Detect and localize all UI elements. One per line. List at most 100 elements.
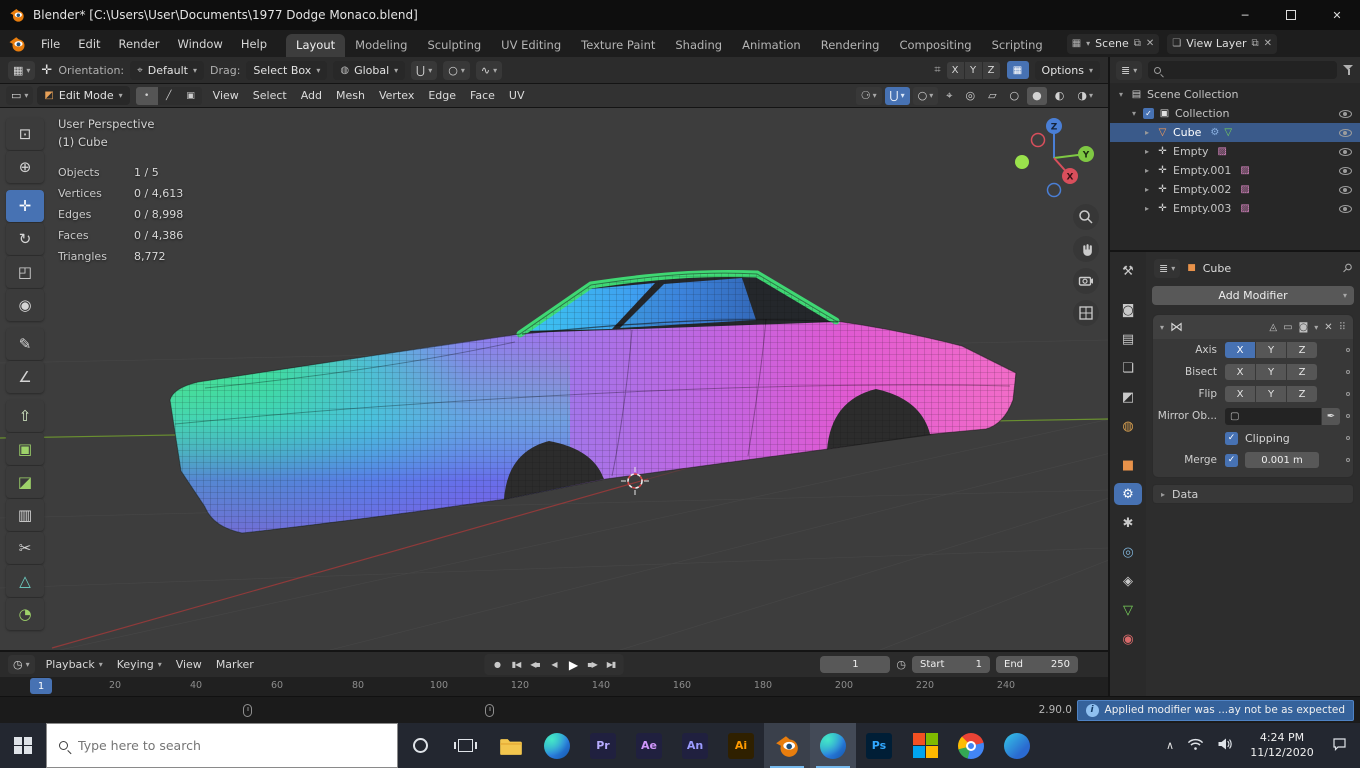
menu-edit[interactable]: Edit — [69, 37, 109, 51]
menu-render[interactable]: Render — [110, 37, 169, 51]
visibility-eye-icon[interactable] — [1339, 110, 1352, 118]
modifier-panel-header[interactable]: ▾ ⋈ ◬ ▭ ◙ ▾ ✕ ⠿ — [1153, 315, 1353, 339]
taskbar-illustrator-icon[interactable]: Ai — [718, 723, 764, 768]
cursor-tool[interactable]: ⊕ — [6, 151, 44, 183]
visibility-eye-icon[interactable] — [1339, 129, 1352, 137]
solid-shading-button[interactable]: ● — [1027, 87, 1047, 105]
inset-faces-tool[interactable]: ▣ — [6, 433, 44, 465]
navigation-gizmo[interactable]: Z Y X — [1008, 110, 1100, 202]
outliner-editor-type-button[interactable]: ≣ ▾ — [1116, 61, 1142, 80]
view-layer-tab[interactable]: ❏ — [1114, 357, 1142, 379]
new-scene-icon[interactable]: ⧉ — [1134, 38, 1141, 49]
zoom-button[interactable] — [1073, 204, 1099, 230]
select-box-tool[interactable]: ⊡ — [6, 118, 44, 150]
outliner-row-empty-003[interactable]: ▸✛Empty.003▨ — [1110, 199, 1360, 218]
animate-dot[interactable] — [1346, 370, 1351, 375]
modifier-extras-icon[interactable]: ▾ — [1314, 323, 1318, 332]
workspace-tab-layout[interactable]: Layout — [286, 34, 345, 57]
wireframe-shading-button[interactable]: ○ — [1005, 87, 1025, 105]
outliner-search-input[interactable] — [1166, 64, 1331, 76]
remove-view-layer-icon[interactable]: ✕ — [1264, 38, 1272, 49]
clipping-checkbox[interactable]: ✓ — [1225, 432, 1238, 445]
remove-modifier-icon[interactable]: ✕ — [1324, 322, 1332, 333]
outliner-row-empty-002[interactable]: ▸✛Empty.002▨ — [1110, 180, 1360, 199]
play-reverse-button[interactable]: ◀ — [546, 656, 563, 673]
mirror-object-field[interactable]: ▢ — [1225, 408, 1321, 425]
bisect-z-toggle[interactable]: Z — [1287, 364, 1317, 380]
outliner-row-collection[interactable]: ▾✓▣Collection — [1110, 104, 1360, 123]
menu-file[interactable]: File — [32, 37, 69, 51]
jump-to-start-button[interactable]: ▮◀ — [508, 656, 525, 673]
axis-neg-x[interactable] — [1032, 134, 1045, 147]
transform-tool[interactable]: ◉ — [6, 289, 44, 321]
next-keyframe-button[interactable]: ▪▶ — [584, 656, 601, 673]
outliner-row-cube[interactable]: ▸▽Cube⚙▽ — [1110, 123, 1360, 142]
mode-dropdown[interactable]: ◩ Edit Mode ▾ — [37, 86, 129, 105]
rendered-shading-button[interactable]: ◑ ▾ — [1072, 87, 1098, 105]
scene-tab[interactable]: ◩ — [1114, 386, 1142, 408]
viewport-editor-type-button[interactable]: ▭ ▾ — [6, 86, 33, 105]
viewport-menu-view[interactable]: View — [206, 89, 246, 102]
pin-icon[interactable]: ⚲ — [1340, 260, 1356, 276]
extrude-tool[interactable]: ⇧ — [6, 400, 44, 432]
timeline-editor-type-button[interactable]: ◷ ▾ — [8, 655, 35, 674]
output-tab[interactable]: ▤ — [1114, 328, 1142, 350]
taskbar-after-effects-icon[interactable]: Ae — [626, 723, 672, 768]
measure-tool[interactable]: ∠ — [6, 361, 44, 393]
task-view-button[interactable] — [443, 723, 488, 768]
frame-start-field[interactable]: Start1 — [912, 656, 990, 673]
axis-z-toggle[interactable]: Z — [1287, 342, 1317, 358]
display-on-cage-toggle[interactable]: ◬ — [1269, 322, 1277, 333]
drag-mode-dropdown[interactable]: Select Box ▾ — [246, 61, 327, 80]
orientation-dropdown[interactable]: ⌖ Default ▾ — [130, 61, 204, 80]
hidden-icons-chevron[interactable]: ∧ — [1166, 739, 1174, 752]
loop-cut-tool[interactable]: ▥ — [6, 499, 44, 531]
viewport-menu-mesh[interactable]: Mesh — [329, 89, 372, 102]
falloff-button[interactable]: ∿ ▾ — [476, 61, 502, 80]
visibility-eye-icon[interactable] — [1339, 167, 1352, 175]
network-icon[interactable] — [1187, 737, 1204, 754]
vertex-select-mode-button[interactable]: • — [136, 87, 158, 105]
taskbar-search-input[interactable] — [78, 738, 385, 753]
flip-x-toggle[interactable]: X — [1225, 386, 1255, 402]
report-notification[interactable]: i Applied modifier was ...ay not be as e… — [1077, 700, 1354, 721]
workspace-tab-scripting[interactable]: Scripting — [982, 34, 1053, 57]
bisect-x-toggle[interactable]: X — [1225, 364, 1255, 380]
taskbar-photoshop-icon[interactable]: Ps — [856, 723, 902, 768]
eyedropper-icon[interactable]: ✒ — [1322, 408, 1340, 425]
object-tab[interactable]: ■ — [1114, 454, 1142, 476]
visibility-eye-icon[interactable] — [1339, 186, 1352, 194]
animate-dot[interactable] — [1346, 348, 1351, 353]
workspace-tab-shading[interactable]: Shading — [665, 34, 732, 57]
show-gizmo-toggle[interactable]: ⌖ — [941, 87, 957, 105]
viewport-menu-edge[interactable]: Edge — [421, 89, 463, 102]
workspace-tab-animation[interactable]: Animation — [732, 34, 811, 57]
volume-icon[interactable] — [1217, 737, 1233, 754]
annotate-tool[interactable]: ✎ — [6, 328, 44, 360]
maximize-button[interactable] — [1268, 0, 1314, 30]
close-button[interactable]: ✕ — [1314, 0, 1360, 30]
workspace-tab-uv-editing[interactable]: UV Editing — [491, 34, 571, 57]
options-dropdown[interactable]: Options ▾ — [1035, 61, 1100, 80]
start-button[interactable] — [0, 723, 46, 768]
filter-icon[interactable] — [1343, 65, 1354, 75]
object-data-tab[interactable]: ▽ — [1114, 599, 1142, 621]
animate-dot[interactable] — [1346, 458, 1351, 463]
proportional-edit-button[interactable]: ○ ▾ — [913, 87, 939, 105]
taskbar-edge-dev-icon[interactable] — [994, 723, 1040, 768]
mirror-y-toggle[interactable]: Y — [965, 62, 982, 79]
taskbar-chrome-icon[interactable] — [948, 723, 994, 768]
edge-select-mode-button[interactable]: ╱ — [158, 87, 180, 105]
current-frame-field[interactable]: 1 — [820, 656, 890, 673]
expand-icon[interactable]: ▸ — [1142, 147, 1152, 156]
taskbar-clock[interactable]: 4:24 PM 11/12/2020 — [1246, 731, 1318, 760]
snap-toggle-button[interactable]: ⋃ ▾ — [885, 87, 910, 105]
workspace-tab-modeling[interactable]: Modeling — [345, 34, 417, 57]
axis-y-toggle[interactable]: Y — [1256, 342, 1286, 358]
rotate-tool[interactable]: ↻ — [6, 223, 44, 255]
show-overlays-toggle[interactable]: ◎ — [960, 87, 980, 105]
mirror-x-toggle[interactable]: X — [947, 62, 964, 79]
scale-tool[interactable]: ◰ — [6, 256, 44, 288]
cortana-button[interactable] — [398, 723, 443, 768]
display-render-toggle[interactable]: ◙ — [1299, 322, 1309, 333]
